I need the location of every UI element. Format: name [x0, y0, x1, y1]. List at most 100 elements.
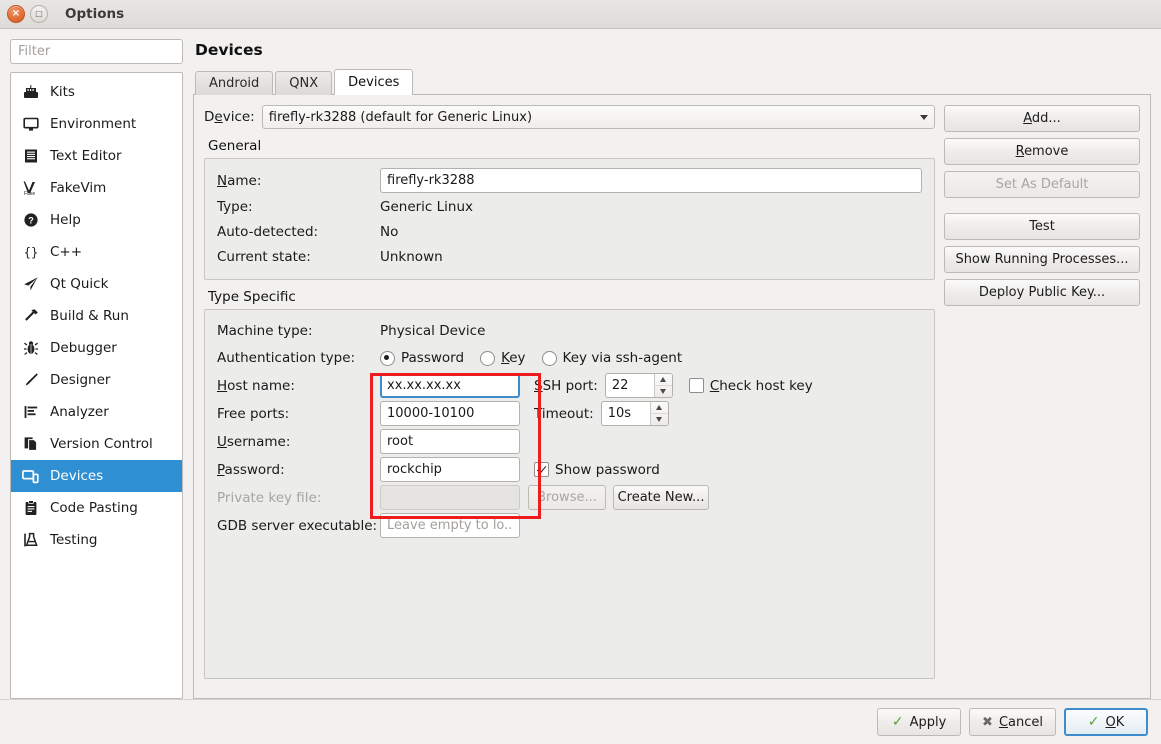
tab-label: Android	[209, 76, 259, 91]
clipboard-icon	[22, 500, 39, 517]
spin-down-button[interactable]	[651, 414, 668, 425]
test-button[interactable]: Test	[944, 213, 1140, 240]
fakevim-icon: Fake	[22, 180, 39, 197]
machine-type-value: Physical Device	[380, 323, 485, 339]
machine-type-row: Machine type: Physical Device	[217, 319, 922, 343]
sidebar-item-analyzer[interactable]: Analyzer	[11, 396, 182, 428]
sidebar-category-list[interactable]: KitsEnvironmentText Editor Fake FakeVim ?He…	[10, 72, 183, 699]
device-action-buttons[interactable]: Add... Remove Set As Default Test Show Runni…	[944, 105, 1140, 688]
timeout-label: Timeout:	[534, 406, 594, 422]
tab-qnx[interactable]: QNX	[275, 71, 332, 95]
sidebar-item-devices[interactable]: Devices	[11, 460, 182, 492]
sidebar-item-text-editor[interactable]: Text Editor	[11, 140, 182, 172]
host-name-label: Host name:	[217, 378, 380, 394]
sidebar-item-help[interactable]: ?Help	[11, 204, 182, 236]
device-name-input[interactable]	[380, 168, 922, 193]
username-label: Username:	[217, 434, 380, 450]
button-group-separator	[944, 204, 1140, 207]
password-label: Password:	[217, 462, 380, 478]
sidebar-item-environment[interactable]: Environment	[11, 108, 182, 140]
device-label: Device:	[204, 109, 255, 125]
browse-button: Browse...	[528, 485, 606, 510]
sidebar-item-c[interactable]: {}C++	[11, 236, 182, 268]
ssh-port-spin-buttons[interactable]	[654, 374, 672, 397]
add-button-label: Add...	[1023, 111, 1061, 126]
show-password-label: Show password	[555, 462, 660, 478]
device-combobox[interactable]: firefly-rk3288 (default for Generic Linu…	[262, 105, 935, 129]
free-ports-input[interactable]	[380, 401, 520, 426]
timeout-spinbox[interactable]: 10s	[601, 401, 669, 426]
remove-button[interactable]: Remove	[944, 138, 1140, 165]
username-input[interactable]	[380, 429, 520, 454]
sidebar-item-build-run[interactable]: Build & Run	[11, 300, 182, 332]
maximize-window-button[interactable]: □	[30, 5, 48, 23]
add-button[interactable]: Add...	[944, 105, 1140, 132]
sidebar-item-label: FakeVim	[50, 180, 106, 196]
show-running-processes-button[interactable]: Show Running Processes...	[944, 246, 1140, 273]
radio-dot	[542, 351, 557, 366]
auth-radio-key-via-ssh-agent[interactable]: Key via ssh-agent	[542, 350, 683, 366]
general-group: General Name: Type:Generic LinuxAuto-det…	[204, 138, 935, 280]
deploy-public-key-button[interactable]: Deploy Public Key...	[944, 279, 1140, 306]
tab-bar[interactable]: Android QNXDevices	[195, 69, 1151, 95]
kits-icon	[22, 84, 39, 101]
sidebar-item-kits[interactable]: Kits	[11, 76, 182, 108]
sidebar-item-designer[interactable]: Designer	[11, 364, 182, 396]
timeout-spin-buttons[interactable]	[650, 402, 668, 425]
spin-up-button[interactable]	[655, 374, 672, 386]
hammer-icon	[22, 308, 39, 325]
authentication-radio-group[interactable]: Password Key Key via ssh-agent	[380, 350, 682, 366]
ssh-port-spinbox[interactable]: 22	[605, 373, 673, 398]
sidebar-item-version-control[interactable]: Version Control	[11, 428, 182, 460]
sidebar-item-label: Qt Quick	[50, 276, 108, 292]
general-row-label: Auto-detected:	[217, 224, 380, 240]
general-group-title: General	[208, 138, 935, 154]
tab-devices[interactable]: Devices	[334, 69, 413, 95]
private-key-file-input	[380, 485, 520, 510]
show-password-checkbox[interactable]: Show password	[534, 462, 660, 478]
sidebar-item-label: Devices	[50, 468, 103, 484]
create-new-button[interactable]: Create New...	[613, 485, 709, 510]
sidebar-item-qt-quick[interactable]: Qt Quick	[11, 268, 182, 300]
spin-up-button[interactable]	[651, 402, 668, 414]
auth-radio-password[interactable]: Password	[380, 350, 464, 366]
check-host-key-checkbox[interactable]: Check host key	[689, 378, 813, 394]
sidebar-item-debugger[interactable]: Debugger	[11, 332, 182, 364]
spin-down-button[interactable]	[655, 386, 672, 397]
ssh-port-value: 22	[606, 374, 654, 397]
gdb-server-row: GDB server executable:	[217, 513, 922, 538]
general-row-value: No	[380, 224, 398, 240]
general-row: Auto-detected:No	[217, 221, 922, 243]
apply-button[interactable]: ✓ Apply	[877, 708, 961, 736]
auth-radio-label: Key	[501, 350, 525, 366]
close-window-button[interactable]: ×	[7, 5, 25, 23]
dialog-button-bar: ✓ Apply ✖ Cancel ✓ OK	[0, 699, 1161, 744]
sidebar-item-label: Testing	[50, 532, 97, 548]
paper-plane-icon	[22, 276, 39, 293]
host-name-input[interactable]	[380, 373, 520, 398]
sidebar-item-label: Designer	[50, 372, 110, 388]
sidebar-item-code-pasting[interactable]: Code Pasting	[11, 492, 182, 524]
general-row-label: Current state:	[217, 249, 380, 265]
test-button-label: Test	[1029, 219, 1055, 234]
page-title: Devices	[195, 41, 1151, 59]
ssh-port-label: SSH port:	[534, 378, 598, 394]
cancel-button[interactable]: ✖ Cancel	[969, 708, 1056, 736]
browse-button-label: Browse...	[537, 490, 597, 505]
svg-text:Fake: Fake	[24, 191, 35, 196]
document-icon	[22, 148, 39, 165]
tab-android[interactable]: Android	[195, 71, 273, 95]
help-icon: ?	[22, 212, 39, 229]
filter-input[interactable]	[10, 39, 183, 64]
set-as-default-button: Set As Default	[944, 171, 1140, 198]
remove-button-label: Remove	[1016, 144, 1069, 159]
auth-radio-key[interactable]: Key	[480, 350, 525, 366]
sidebar-item-testing[interactable]: Testing	[11, 524, 182, 556]
close-icon: ×	[8, 6, 24, 22]
check-host-key-label: Check host key	[710, 378, 813, 394]
sidebar-item-fakevim[interactable]: Fake FakeVim	[11, 172, 182, 204]
ok-button[interactable]: ✓ OK	[1064, 708, 1148, 736]
private-key-file-row: Private key file: Browse... Create New..…	[217, 485, 922, 510]
password-input[interactable]	[380, 457, 520, 482]
gdb-server-input[interactable]	[380, 513, 520, 538]
